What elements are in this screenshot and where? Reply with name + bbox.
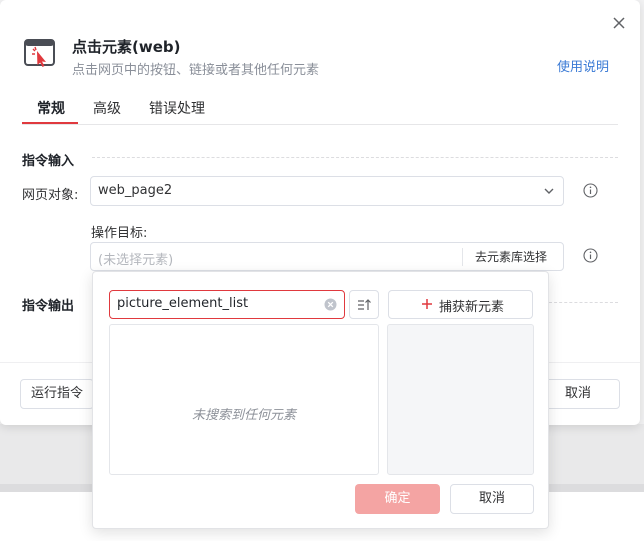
target-label: 操作目标:	[91, 226, 148, 241]
picker-cancel-button[interactable]: 取消	[450, 484, 534, 514]
section-output-title: 指令输出	[22, 299, 75, 314]
tab-general[interactable]: 常规	[37, 98, 65, 118]
info-icon[interactable]	[583, 183, 598, 198]
web-object-label: 网页对象:	[22, 188, 79, 203]
web-object-select[interactable]: web_page2	[90, 176, 564, 206]
element-library-button[interactable]: 去元素库选择	[475, 248, 547, 265]
close-icon[interactable]	[610, 14, 628, 32]
element-preview-panel	[387, 324, 534, 475]
help-link[interactable]: 使用说明	[557, 56, 609, 75]
search-value: picture_element_list	[117, 296, 249, 311]
tab-error-handling[interactable]: 错误处理	[149, 98, 205, 118]
target-element-field[interactable]: (未选择元素) 去元素库选择	[90, 242, 564, 271]
target-divider	[462, 248, 463, 266]
element-picker-popup: picture_element_list 捕获新元素 未搜索到任何元素 确定 取…	[92, 271, 549, 529]
web-object-value: web_page2	[98, 183, 173, 198]
info-icon[interactable]	[583, 248, 598, 263]
cursor-click-window-icon	[24, 39, 55, 67]
dialog-title: 点击元素(web)	[72, 38, 181, 56]
dialog-subtitle: 点击网页中的按钮、链接或者其他任何元素	[72, 63, 320, 78]
element-results-list[interactable]: 未搜索到任何元素	[109, 324, 379, 475]
empty-state-text: 未搜索到任何元素	[191, 408, 296, 423]
section-input-title: 指令输入	[22, 154, 75, 169]
chevron-down-icon	[544, 188, 554, 194]
target-placeholder: (未选择元素)	[98, 253, 174, 268]
section-divider	[549, 302, 618, 303]
confirm-button[interactable]: 确定	[355, 484, 440, 514]
plus-icon	[422, 299, 432, 309]
section-divider	[92, 157, 618, 158]
tab-bar: 常规 高级 错误处理	[22, 96, 618, 125]
capture-label: 捕获新元素	[439, 300, 505, 315]
tab-advanced[interactable]: 高级	[93, 98, 121, 118]
clear-icon[interactable]	[324, 298, 337, 311]
sort-icon	[358, 299, 371, 310]
run-command-button[interactable]: 运行指令	[20, 379, 94, 409]
active-tab-indicator	[22, 122, 78, 124]
sort-button[interactable]	[349, 290, 379, 319]
element-search-input[interactable]: picture_element_list	[109, 290, 345, 319]
capture-new-element-button[interactable]: 捕获新元素	[388, 290, 533, 319]
